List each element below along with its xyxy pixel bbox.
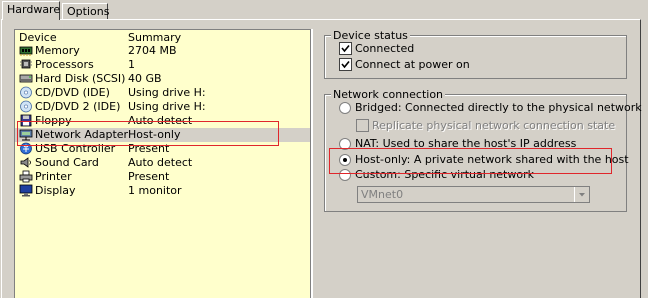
device-row-cd-dvd-2[interactable]: CD/DVD 2 (IDE) Using drive H:: [15, 100, 310, 114]
highlight-box-host-only: [329, 148, 612, 174]
connect-at-power-on-label[interactable]: Connect at power on: [355, 58, 470, 71]
custom-network-select[interactable]: VMnet0: [357, 186, 590, 203]
highlight-box-network-adapter: [17, 121, 279, 146]
device-summary: 2704 MB: [128, 44, 177, 57]
cd-dvd-icon: [19, 86, 33, 99]
network-connection-title: Network connection: [331, 88, 446, 101]
connect-at-power-on-checkbox[interactable]: [339, 58, 352, 71]
device-name: Hard Disk (SCSI): [35, 72, 126, 85]
device-row-hard-disk[interactable]: Hard Disk (SCSI) 40 GB: [15, 72, 310, 86]
device-name: Memory: [35, 44, 80, 57]
column-header-device[interactable]: Device: [19, 31, 57, 44]
tab-strip: Hardware Options: [0, 0, 648, 20]
chevron-down-icon[interactable]: [574, 187, 589, 202]
display-icon: [19, 184, 33, 197]
replicate-state-checkbox[interactable]: [356, 119, 369, 132]
bridged-radio[interactable]: [339, 102, 351, 114]
device-row-processors[interactable]: Processors 1: [15, 58, 310, 72]
connected-label[interactable]: Connected: [355, 42, 414, 55]
device-summary: 40 GB: [128, 72, 162, 85]
tab-hardware[interactable]: Hardware: [2, 1, 60, 20]
printer-icon: [19, 170, 33, 183]
device-row-printer[interactable]: Printer Present: [15, 170, 310, 184]
device-summary: 1: [128, 58, 135, 71]
device-name: Display: [35, 184, 76, 197]
device-name: CD/DVD 2 (IDE): [35, 100, 121, 113]
device-summary: Auto detect: [128, 156, 193, 169]
processor-icon: [19, 58, 33, 71]
device-name: Processors: [35, 58, 94, 71]
replicate-state-label: Replicate physical network connection st…: [372, 119, 616, 132]
custom-network-value: VMnet0: [361, 188, 404, 201]
sound-card-icon: [19, 156, 33, 169]
device-name: Sound Card: [35, 156, 99, 169]
device-row-cd-dvd[interactable]: CD/DVD (IDE) Using drive H:: [15, 86, 310, 100]
connected-checkbox[interactable]: [339, 42, 352, 55]
device-name: CD/DVD (IDE): [35, 86, 110, 99]
device-name: Printer: [35, 170, 72, 183]
list-edge: [311, 29, 313, 298]
device-summary: Present: [128, 170, 170, 183]
device-summary: Using drive H:: [128, 86, 206, 99]
cd-dvd-icon: [19, 100, 33, 113]
memory-icon: [19, 44, 33, 57]
device-summary: 1 monitor: [128, 184, 182, 197]
device-row-sound-card[interactable]: Sound Card Auto detect: [15, 156, 310, 170]
device-status-title: Device status: [331, 29, 410, 42]
device-row-display[interactable]: Display 1 monitor: [15, 184, 310, 198]
bridged-label[interactable]: Bridged: Connected directly to the physi…: [355, 101, 642, 114]
column-header-summary[interactable]: Summary: [128, 31, 181, 44]
device-list[interactable]: Device Summary Memory 2704 MB Processors…: [14, 29, 311, 298]
hard-disk-icon: [19, 72, 33, 85]
device-summary: Using drive H:: [128, 100, 206, 113]
device-list-header: Device Summary: [15, 30, 310, 44]
device-row-memory[interactable]: Memory 2704 MB: [15, 44, 310, 58]
tab-options[interactable]: Options: [62, 3, 109, 19]
